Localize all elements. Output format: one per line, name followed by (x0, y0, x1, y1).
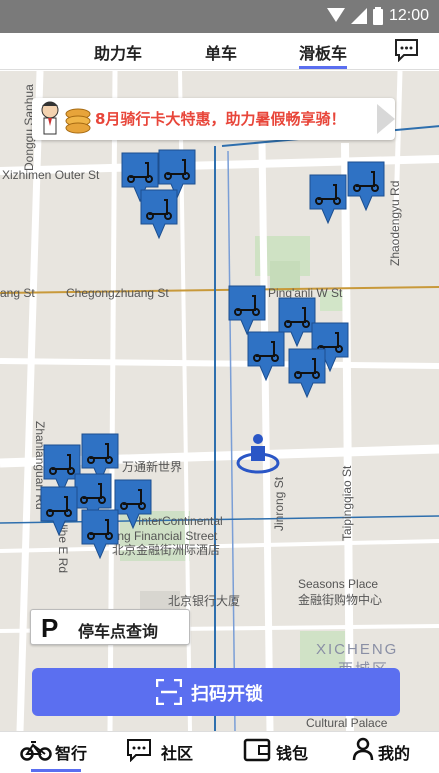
poi-label: 万通新世界 (122, 460, 183, 474)
scooter-pin[interactable] (39, 485, 79, 537)
scooter-pin[interactable] (80, 508, 120, 560)
nav-item-smart-ride[interactable]: 智行 (55, 740, 87, 764)
status-bar: 12:00 (0, 0, 439, 33)
scan-unlock-button[interactable]: 扫码开锁 (32, 668, 400, 716)
chevron-right-icon (377, 104, 395, 134)
nav-item-profile[interactable]: 我的 (378, 740, 410, 764)
road-label: Zhaodengyu Rd (388, 180, 402, 266)
tab-bicycle[interactable]: 单车 (205, 40, 237, 64)
scooter-pin[interactable] (227, 284, 267, 336)
tab-scooter[interactable]: 滑板车 (299, 40, 347, 64)
parking-icon: P (41, 613, 59, 643)
signal-icon (326, 8, 345, 22)
bottom-navigation: 智行 社区 钱包 我的 (0, 731, 439, 773)
road-label: ang St (0, 286, 35, 300)
promo-text: 8月骑行卡大特惠，助力暑假畅享骑！ (95, 110, 346, 128)
person-icon[interactable] (352, 737, 374, 761)
nav-item-wallet[interactable]: 钱包 (276, 740, 308, 764)
message-icon[interactable] (394, 38, 419, 62)
poi-label: 北京金融街洲际酒店 (112, 543, 221, 557)
scooter-pin[interactable] (346, 160, 386, 212)
nav-item-community[interactable]: 社区 (161, 740, 193, 764)
wallet-icon[interactable] (243, 738, 271, 762)
scan-icon (156, 679, 182, 705)
poi-label: 北京银行大厦 (168, 594, 241, 608)
scooter-pin[interactable] (308, 173, 348, 225)
district-label-en: XICHENG (316, 641, 399, 658)
map-view[interactable]: Xizhimen Outer St Donggu Sanhua Zhaodeng… (0, 71, 439, 731)
vehicle-type-tabs: 助力车 单车 滑板车 (0, 33, 439, 70)
battery-icon (372, 7, 383, 25)
road-label: Taipingqiao St (340, 465, 354, 541)
poi-label: Seasons Place (298, 577, 379, 591)
road-label: Chegongzhuang St (66, 286, 169, 300)
parking-lookup-button[interactable]: P 停车点查询 (30, 609, 190, 645)
road-label: Jinrong St (272, 476, 286, 531)
poi-label: 金融街购物中心 (298, 593, 383, 607)
status-time: 12:00 (388, 7, 429, 24)
cellular-icon (350, 8, 367, 24)
promo-banner[interactable]: 8月骑行卡大特惠，助力暑假畅享骑！ (32, 98, 395, 140)
active-tab-indicator (299, 66, 347, 69)
parking-lookup-label: 停车点查询 (78, 622, 159, 641)
scooter-pin[interactable] (246, 330, 286, 382)
tab-moped[interactable]: 助力车 (94, 40, 142, 64)
active-nav-indicator (31, 769, 81, 772)
scooter-pin[interactable] (287, 347, 327, 399)
mascot-icon (41, 101, 91, 135)
road-label: Xizhimen Outer St (2, 168, 100, 182)
scooter-pin[interactable] (139, 188, 179, 240)
bike-icon[interactable] (20, 739, 52, 761)
chat-icon[interactable] (126, 738, 152, 762)
scan-unlock-label: 扫码开锁 (191, 684, 263, 705)
poi-label: Cultural Palace (306, 716, 388, 730)
